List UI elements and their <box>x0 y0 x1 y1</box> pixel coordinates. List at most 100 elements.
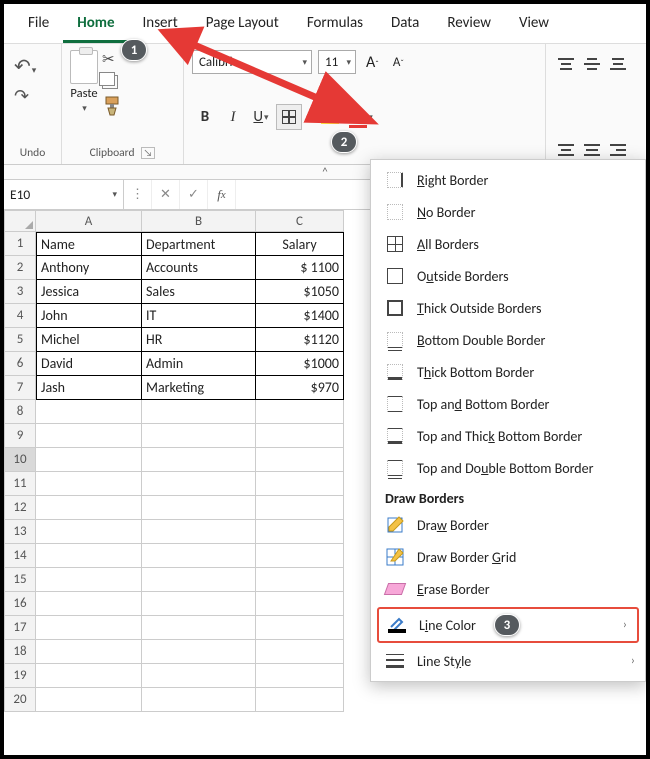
cell[interactable] <box>256 664 344 688</box>
cell[interactable]: Marketing <box>142 376 256 400</box>
menu-item-none[interactable]: No Border <box>371 196 645 228</box>
redo-button[interactable]: ↷ <box>14 85 29 107</box>
cell[interactable] <box>256 472 344 496</box>
cell[interactable] <box>256 496 344 520</box>
cell[interactable]: Sales <box>142 280 256 304</box>
cell[interactable] <box>142 544 256 568</box>
cell[interactable] <box>256 616 344 640</box>
cell[interactable]: Jash <box>36 376 142 400</box>
cell[interactable] <box>142 496 256 520</box>
cell[interactable] <box>36 640 142 664</box>
menu-item-drawgrid[interactable]: Draw Border Grid <box>371 541 645 573</box>
menu-item-right[interactable]: Right Border <box>371 164 645 196</box>
row-header[interactable]: 16 <box>4 592 36 616</box>
cell[interactable] <box>256 400 344 424</box>
menu-item-thick[interactable]: Thick Outside Borders <box>371 292 645 324</box>
cell[interactable]: David <box>36 352 142 376</box>
cell[interactable] <box>142 616 256 640</box>
tab-home[interactable]: Home <box>63 8 128 43</box>
formula-cancel-x[interactable]: ✕ <box>152 180 180 209</box>
formula-enter[interactable]: ✓ <box>180 180 208 209</box>
cell[interactable] <box>142 424 256 448</box>
cell[interactable]: Anthony <box>36 256 142 280</box>
cell[interactable] <box>36 592 142 616</box>
cell[interactable] <box>256 424 344 448</box>
fill-color-button[interactable]: ▾ <box>320 104 346 130</box>
cell[interactable]: $970 <box>256 376 344 400</box>
italic-button[interactable]: I <box>220 104 246 130</box>
tab-review[interactable]: Review <box>433 8 505 43</box>
row-header[interactable]: 1 <box>4 232 36 256</box>
cell[interactable] <box>36 664 142 688</box>
menu-item-top-thickbottom[interactable]: Top and Thick Bottom Border <box>371 420 645 452</box>
row-header[interactable]: 14 <box>4 544 36 568</box>
tab-formulas[interactable]: Formulas <box>293 8 377 43</box>
select-all-corner[interactable] <box>4 210 36 232</box>
cell[interactable] <box>36 544 142 568</box>
cell[interactable] <box>142 400 256 424</box>
cell[interactable] <box>36 400 142 424</box>
cell[interactable]: $1400 <box>256 304 344 328</box>
row-header[interactable]: 11 <box>4 472 36 496</box>
row-header[interactable]: 18 <box>4 640 36 664</box>
font-name-select[interactable]: Calibri▾ <box>192 50 312 74</box>
row-header[interactable]: 7 <box>4 376 36 400</box>
cell[interactable] <box>36 496 142 520</box>
cell[interactable] <box>142 592 256 616</box>
row-header[interactable]: 9 <box>4 424 36 448</box>
cell[interactable]: Salary <box>256 232 344 256</box>
align-middle-button[interactable] <box>580 52 604 76</box>
row-header[interactable]: 4 <box>4 304 36 328</box>
copy-button[interactable] <box>102 75 118 89</box>
cell[interactable]: $1050 <box>256 280 344 304</box>
cell[interactable] <box>142 520 256 544</box>
cell[interactable] <box>142 568 256 592</box>
col-header-a[interactable]: A <box>36 210 142 232</box>
row-header[interactable]: 15 <box>4 568 36 592</box>
cell[interactable] <box>142 664 256 688</box>
cell[interactable]: Jessica <box>36 280 142 304</box>
align-top-button[interactable] <box>554 52 578 76</box>
format-painter-button[interactable] <box>102 95 130 117</box>
row-header[interactable]: 3 <box>4 280 36 304</box>
cell[interactable]: John <box>36 304 142 328</box>
menu-item-linestyle[interactable]: Line Style› <box>371 645 645 677</box>
clipboard-launcher[interactable]: ↘ <box>141 147 156 159</box>
col-header-c[interactable]: C <box>256 210 344 232</box>
cell[interactable]: HR <box>142 328 256 352</box>
cell[interactable] <box>256 544 344 568</box>
row-header[interactable]: 19 <box>4 664 36 688</box>
tab-page-layout[interactable]: Page Layout <box>192 8 293 43</box>
menu-item-thick-bottom[interactable]: Thick Bottom Border <box>371 356 645 388</box>
cell[interactable]: Name <box>36 232 142 256</box>
row-header[interactable]: 5 <box>4 328 36 352</box>
menu-item-erase[interactable]: Erase Border <box>371 573 645 605</box>
cell[interactable]: $1120 <box>256 328 344 352</box>
row-header[interactable]: 8 <box>4 400 36 424</box>
row-header[interactable]: 2 <box>4 256 36 280</box>
formula-cancel[interactable]: ⋮ <box>124 180 152 209</box>
cell[interactable] <box>142 472 256 496</box>
tab-view[interactable]: View <box>505 8 563 43</box>
row-header[interactable]: 12 <box>4 496 36 520</box>
align-bottom-button[interactable] <box>606 52 630 76</box>
cell[interactable]: Department <box>142 232 256 256</box>
paste-button[interactable]: Paste ▾ <box>70 50 98 117</box>
menu-item-outside[interactable]: Outside Borders <box>371 260 645 292</box>
row-header[interactable]: 17 <box>4 616 36 640</box>
tab-data[interactable]: Data <box>377 8 433 43</box>
font-color-button[interactable]: A▾ <box>348 104 374 130</box>
cell[interactable] <box>36 472 142 496</box>
increase-font-button[interactable]: Aˆ <box>362 51 383 74</box>
cell[interactable] <box>256 520 344 544</box>
row-header[interactable]: 20 <box>4 688 36 712</box>
cell[interactable] <box>36 568 142 592</box>
undo-button[interactable]: ↶▾ <box>14 54 36 79</box>
borders-button[interactable] <box>276 104 302 130</box>
tab-file[interactable]: File <box>14 8 63 43</box>
cell[interactable]: $ 1100 <box>256 256 344 280</box>
menu-item-all[interactable]: All Borders <box>371 228 645 260</box>
cell[interactable] <box>256 448 344 472</box>
menu-item-top-bottom[interactable]: Top and Bottom Border <box>371 388 645 420</box>
bold-button[interactable]: B <box>192 104 218 130</box>
